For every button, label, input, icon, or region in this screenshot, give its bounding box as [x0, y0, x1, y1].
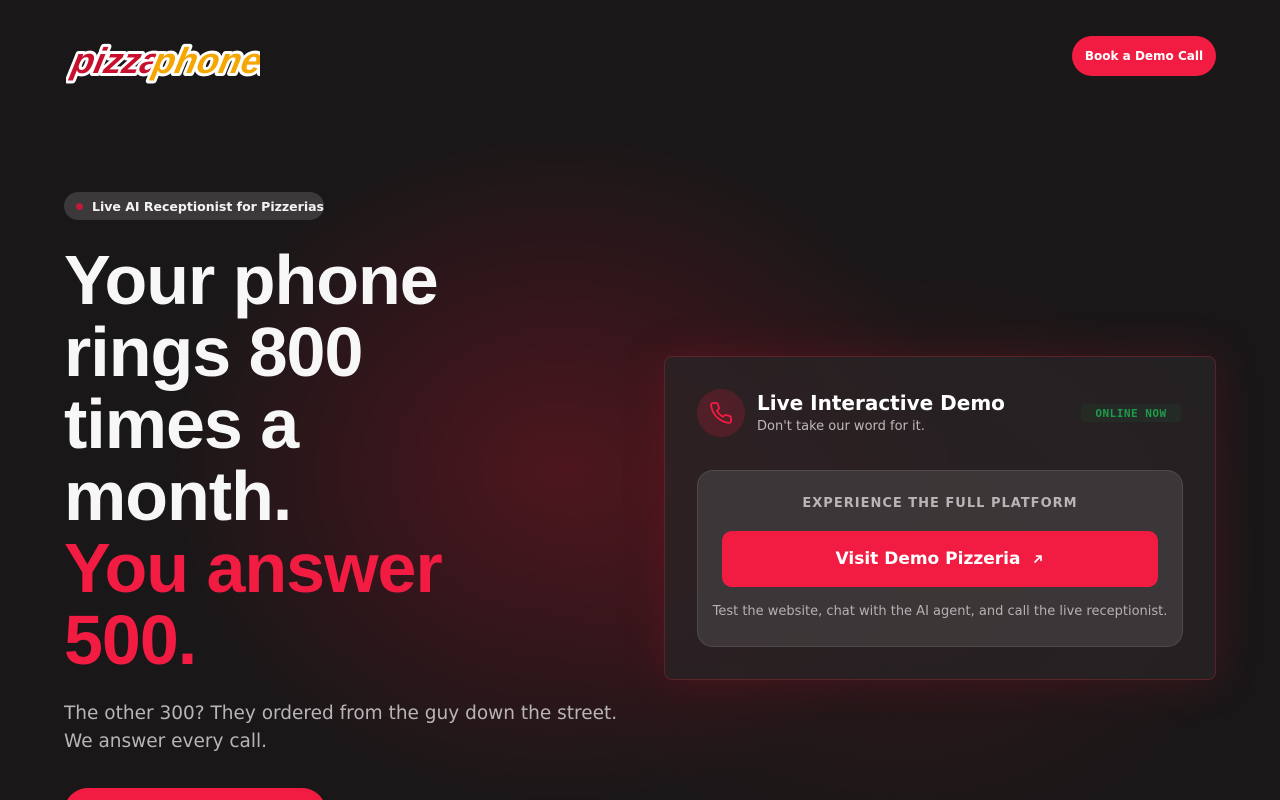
hero-badge: Live AI Receptionist for Pizzerias [64, 192, 324, 220]
online-status-badge: ONLINE NOW [1081, 404, 1181, 422]
demo-card: Live Interactive Demo Don't take our wor… [664, 356, 1216, 680]
demo-card-subtitle: Don't take our word for it. [757, 419, 925, 434]
logo-word-phone: phone.ai [149, 40, 260, 81]
demo-card-title: Live Interactive Demo [757, 391, 1005, 415]
visit-demo-pizzeria-button[interactable]: Visit Demo Pizzeria [722, 531, 1158, 587]
external-arrow-icon [1032, 553, 1044, 565]
live-dot-icon [76, 202, 83, 210]
demo-note: Test the website, chat with the AI agent… [712, 604, 1168, 619]
headline-line: Your phone [64, 241, 439, 319]
demo-platform-panel: EXPERIENCE THE FULL PLATFORM Visit Demo … [697, 470, 1183, 647]
hero-headline: Your phone rings 800 times a month. You … [64, 244, 644, 676]
book-demo-button[interactable]: Book a Demo Call [1072, 36, 1216, 76]
platform-section-label: EXPERIENCE THE FULL PLATFORM [802, 496, 1078, 511]
headline-line: rings 800 [64, 313, 363, 391]
headline-highlight-line: You answer [64, 529, 443, 607]
hero-badge-label: Live AI Receptionist for Pizzerias [92, 198, 324, 214]
brand-logo[interactable]: pizza phone.ai [66, 27, 260, 87]
phone-icon [697, 389, 745, 437]
headline-line: times a [64, 385, 299, 463]
headline-highlight-line: 500. [64, 601, 197, 679]
headline-line: month. [64, 457, 292, 535]
logo-graphic: pizza phone.ai [66, 37, 260, 84]
hero-cta-button[interactable] [64, 788, 326, 800]
visit-demo-label: Visit Demo Pizzeria [835, 549, 1021, 569]
hero-subtext: The other 300? They ordered from the guy… [64, 703, 618, 752]
